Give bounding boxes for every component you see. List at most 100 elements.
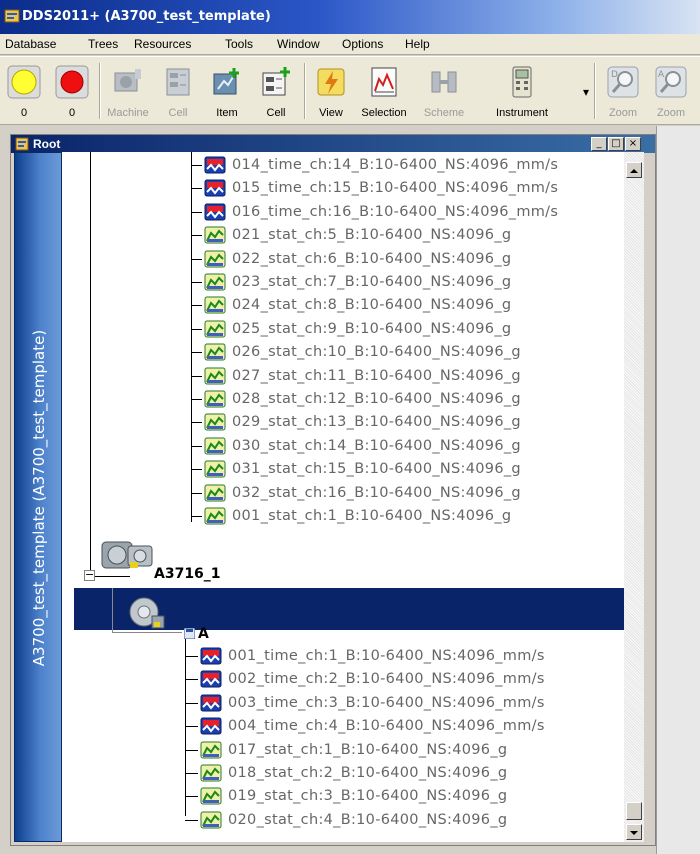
toolbar: 0 0 Machine Cell Item Cell View Selectio… (0, 56, 700, 125)
menu-bar: Database Trees Resources Tools Window Op… (0, 34, 700, 55)
time-waveform-icon (200, 694, 222, 712)
tree-item-time[interactable]: 004_time_ch:4_B:10-6400_NS:4096_mm/s (200, 716, 620, 738)
tree-line (112, 632, 182, 633)
close-button[interactable]: × (625, 137, 641, 151)
toolbar-label: Instrument (496, 107, 548, 119)
machine-label[interactable]: A3716_1 (154, 566, 221, 582)
tree-item-label: 001_stat_ch:1_B:10-6400_NS:4096_g (232, 508, 512, 524)
tree-item-label: 021_stat_ch:5_B:10-6400_NS:4096_g (232, 227, 512, 244)
tree-item-stat[interactable]: 031_stat_ch:15_B:10-6400_NS:4096_g (204, 459, 624, 481)
view-button[interactable]: View (310, 61, 352, 123)
cell-button[interactable]: Cell (156, 61, 200, 123)
statistics-icon (204, 343, 226, 361)
tree-item-label: 031_stat_ch:15_B:10-6400_NS:4096_g (232, 461, 521, 478)
root-window-title-bar[interactable]: Root _ □ × (11, 135, 655, 153)
tree-item-stat[interactable]: 021_stat_ch:5_B:10-6400_NS:4096_g (204, 225, 624, 247)
menu-options[interactable]: Options (342, 37, 383, 51)
menu-database[interactable]: Database (5, 37, 56, 51)
app-icon (4, 9, 20, 23)
red-status-button[interactable]: 0 (50, 61, 94, 123)
tree-item-label: 029_stat_ch:13_B:10-6400_NS:4096_g (232, 414, 521, 431)
tree-item-label: 022_stat_ch:6_B:10-6400_NS:4096_g (232, 250, 512, 267)
tree-item-stat[interactable]: 032_stat_ch:16_B:10-6400_NS:4096_g (204, 483, 624, 505)
vertical-scrollbar[interactable] (624, 152, 644, 842)
tree-line (191, 152, 192, 522)
tree-line (185, 656, 198, 657)
add-item-button[interactable]: Item (204, 61, 250, 123)
menu-trees[interactable]: Trees (88, 37, 118, 51)
scheme-button[interactable]: Scheme (416, 61, 472, 123)
machine-icon (114, 69, 141, 92)
tree-line (191, 352, 202, 354)
tree-item-stat[interactable]: 025_stat_ch:9_B:10-6400_NS:4096_g (204, 319, 624, 341)
tree-line (185, 773, 198, 774)
tree-item-stat[interactable]: 024_stat_ch:8_B:10-6400_NS:4096_g (204, 295, 624, 317)
tree-item-stat[interactable]: 026_stat_ch:10_B:10-6400_NS:4096_g (204, 342, 624, 364)
yellow-status-button[interactable]: 0 (2, 61, 46, 123)
toolbar-label: Selection (361, 107, 407, 119)
tree-item-stat[interactable]: 022_stat_ch:6_B:10-6400_NS:4096_g (204, 249, 624, 271)
menu-tools[interactable]: Tools (225, 37, 253, 51)
tree-item-stat[interactable]: 020_stat_ch:4_B:10-6400_NS:4096_g (200, 810, 620, 832)
chevron-down-icon[interactable]: ▾ (583, 85, 589, 99)
collapse-toggle[interactable]: − (84, 569, 95, 581)
selection-button[interactable]: Selection (354, 61, 414, 123)
tree-item-stat[interactable]: 029_stat_ch:13_B:10-6400_NS:4096_g (204, 412, 624, 434)
tree-line (191, 211, 202, 213)
minimize-button[interactable]: _ (591, 137, 607, 151)
tree-line (191, 469, 202, 471)
tree-line (191, 305, 202, 307)
tree-item-label: 023_stat_ch:7_B:10-6400_NS:4096_g (232, 274, 512, 290)
toolbar-label: Cell (168, 107, 188, 119)
selection-icon (371, 67, 397, 97)
zoom-a-button[interactable]: A Zoom (648, 61, 694, 123)
mdi-empty-area (656, 126, 700, 854)
template-name-label: A3700_test_template (A3700_test_template… (30, 329, 48, 667)
menu-window[interactable]: Window (277, 37, 320, 51)
scroll-up-button[interactable] (626, 162, 642, 178)
tree-line (191, 188, 202, 190)
point-label[interactable]: A (198, 626, 209, 642)
tree-line (90, 576, 130, 577)
tree-item-label: 018_stat_ch:2_B:10-6400_NS:4096_g (228, 765, 508, 781)
statistics-icon (204, 320, 226, 338)
scroll-down-button[interactable] (626, 824, 642, 840)
tree-item-time[interactable]: 015_time_ch:15_B:10-6400_NS:4096_mm/s (204, 178, 624, 200)
tree-item-stat[interactable]: 001_stat_ch:1_B:10-6400_NS:4096_g (204, 506, 624, 528)
statistics-icon (204, 413, 226, 431)
tree-line (112, 588, 113, 632)
tree-item-time[interactable]: 016_time_ch:16_B:10-6400_NS:4096_mm/s (204, 202, 624, 224)
time-waveform-icon (204, 179, 226, 197)
instrument-button[interactable]: Instrument (474, 61, 570, 123)
tree-item-time[interactable]: 014_time_ch:14_B:10-6400_NS:4096_mm/s (204, 155, 624, 177)
tree-item-stat[interactable]: 028_stat_ch:12_B:10-6400_NS:4096_g (204, 389, 624, 411)
scrollbar-thumb[interactable] (626, 802, 642, 820)
toolbar-label: Scheme (423, 107, 465, 119)
maximize-button[interactable]: □ (608, 137, 624, 151)
add-cell-icon (262, 67, 290, 96)
tree-item-stat[interactable]: 023_stat_ch:7_B:10-6400_NS:4096_g (204, 272, 624, 294)
tree-item-time[interactable]: 001_time_ch:1_B:10-6400_NS:4096_mm/s (200, 646, 620, 668)
toolbar-label: Machine (107, 107, 149, 119)
toolbar-separator (594, 63, 596, 119)
cell-icon (166, 68, 190, 96)
statistics-icon (204, 390, 226, 408)
tree-view[interactable]: 014_time_ch:14_B:10-6400_NS:4096_mm/s 015… (62, 152, 624, 842)
menu-resources[interactable]: Resources (134, 37, 191, 51)
add-cell-button[interactable]: Cell (254, 61, 298, 123)
statistics-icon (204, 507, 226, 525)
tree-item-stat[interactable]: 017_stat_ch:1_B:10-6400_NS:4096_g (200, 740, 620, 762)
machine-button[interactable]: Machine (104, 61, 152, 123)
tree-item-stat[interactable]: 019_stat_ch:3_B:10-6400_NS:4096_g (200, 786, 620, 808)
tree-item-stat[interactable]: 027_stat_ch:11_B:10-6400_NS:4096_g (204, 366, 624, 388)
statistics-icon (204, 484, 226, 502)
statistics-icon (204, 250, 226, 268)
tree-item-time[interactable]: 002_time_ch:2_B:10-6400_NS:4096_mm/s (200, 669, 620, 691)
tree-item-stat[interactable]: 030_stat_ch:14_B:10-6400_NS:4096_g (204, 436, 624, 458)
tree-item-stat[interactable]: 018_stat_ch:2_B:10-6400_NS:4096_g (200, 763, 620, 785)
title-bar[interactable]: DDS2011+ (A3700_test_template) (0, 0, 700, 34)
menu-help[interactable]: Help (405, 37, 430, 51)
zoom-icon: D (607, 66, 639, 98)
tree-item-time[interactable]: 003_time_ch:3_B:10-6400_NS:4096_mm/s (200, 693, 620, 715)
zoom-button[interactable]: D Zoom (600, 61, 646, 123)
